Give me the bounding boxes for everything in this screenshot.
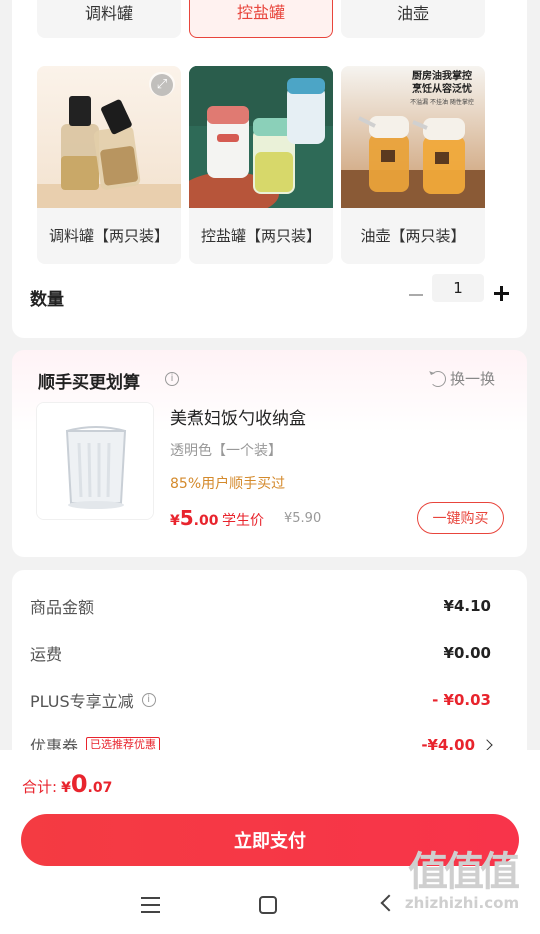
info-icon[interactable]: i	[141, 693, 156, 707]
variant-oil-pot[interactable]: 厨房油我掌控 烹饪从容泛忧 不溢漏 不挂油 随性掌控 油壶【两只装】	[341, 66, 485, 264]
spec-option-oil-pot[interactable]: 油壶	[341, 0, 485, 38]
summary-row-goods: 商品金额 ¥4.10	[30, 594, 491, 618]
summary-row-plus: PLUS专享立减 i - ¥0.03	[30, 688, 491, 712]
addon-price: ¥ 5 .00	[170, 506, 218, 530]
refresh-icon	[430, 370, 446, 387]
quantity-input[interactable]: 1	[432, 274, 484, 302]
total-decimal: .07	[87, 780, 113, 796]
total-label: 合计:	[22, 778, 58, 796]
swap-button[interactable]: 换一换	[430, 368, 495, 389]
total-integer: 0	[70, 770, 88, 798]
info-icon[interactable]: i	[165, 372, 179, 386]
addon-product-image[interactable]	[36, 402, 154, 520]
summary-row-shipping: 运费 ¥0.00	[30, 641, 491, 665]
plus-discount-label: PLUS专享立减	[30, 692, 134, 711]
quantity-increase-button[interactable]	[492, 283, 512, 303]
variant-label: 调料罐【两只装】	[48, 227, 169, 245]
price-summary-card: 商品金额 ¥4.10 运费 ¥0.00 PLUS专享立减 i - ¥0.03 优…	[12, 570, 527, 770]
price-integer: 5	[179, 506, 194, 530]
spec-label: 控盐罐	[236, 3, 285, 22]
addon-recommendation-card: 顺手买更划算 i 换一换 美煮妇饭勺收纳盒 透明色【一个装】 85%用户顺手买过…	[12, 350, 527, 557]
checkout-bar: 合计: ¥ 0 .07 立即支付 值值值 zhizhizhi.com	[0, 750, 540, 934]
spec-option-salt-jar[interactable]: 控盐罐	[189, 0, 333, 38]
student-price-label: 学生价	[222, 513, 264, 529]
chevron-right-icon	[481, 739, 493, 751]
banner-line: 不溢漏 不挂油 随性掌控	[410, 99, 474, 106]
home-icon[interactable]	[259, 896, 277, 914]
expand-icon[interactable]: ⤢	[151, 74, 173, 96]
original-price: ¥5.90	[284, 511, 322, 526]
goods-amount-label: 商品金额	[30, 598, 95, 617]
system-nav-bar	[0, 880, 540, 934]
banner-line: 烹饪从容泛忧	[412, 84, 472, 95]
spec-option-seasoning-jar[interactable]: 调料罐	[37, 0, 181, 38]
plus-discount: PLUS专享立减 i	[30, 688, 156, 712]
variant-image: ⤢	[37, 66, 181, 208]
variant-image	[189, 66, 333, 208]
price-currency: ¥	[170, 513, 180, 529]
total-currency: ¥	[61, 780, 71, 796]
variant-label: 油壶【两只装】	[360, 227, 466, 245]
back-icon[interactable]	[380, 894, 398, 912]
plus-discount-value: - ¥0.03	[432, 691, 491, 709]
addon-product-name[interactable]: 美煮妇饭勺收纳盒	[170, 404, 306, 429]
addon-social-proof: 85%用户顺手买过	[170, 476, 286, 492]
addon-product-spec: 透明色【一个装】	[170, 443, 282, 459]
shipping-label: 运费	[30, 645, 63, 664]
price-decimal: .00	[193, 513, 219, 529]
order-total: 合计: ¥ 0 .07	[22, 770, 112, 798]
variant-seasoning-jar[interactable]: ⤢ 调料罐【两只装】	[37, 66, 181, 264]
one-click-buy-button[interactable]: 一键购买	[417, 502, 504, 534]
variant-label: 控盐罐【两只装】	[200, 227, 321, 245]
swap-label: 换一换	[450, 370, 496, 388]
banner-line: 厨房油我掌控	[412, 71, 472, 82]
quantity-label: 数量	[30, 290, 64, 310]
goods-amount-value: ¥4.10	[443, 597, 491, 615]
spec-label: 油壶	[396, 4, 429, 23]
quantity-decrease-button[interactable]	[407, 285, 427, 305]
addon-title: 顺手买更划算	[38, 373, 140, 393]
menu-icon[interactable]	[141, 897, 160, 913]
variant-image: 厨房油我掌控 烹饪从容泛忧 不溢漏 不挂油 随性掌控	[341, 66, 485, 208]
shipping-value: ¥0.00	[443, 644, 491, 662]
product-options-card: 调料罐 控盐罐 油壶 ⤢ 调料罐【两只装】 控盐罐【两只装】 厨房油我掌控 烹饪…	[12, 0, 527, 338]
variant-salt-jar[interactable]: 控盐罐【两只装】	[189, 66, 333, 264]
spec-label: 调料罐	[84, 4, 133, 23]
